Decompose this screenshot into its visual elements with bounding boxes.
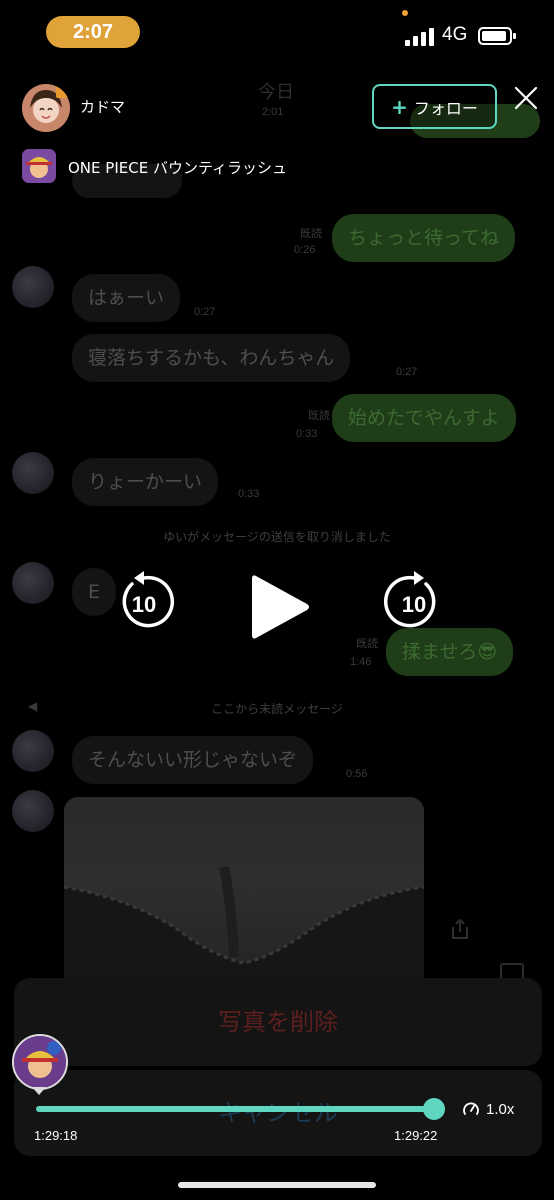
privacy-indicator-dot xyxy=(402,10,408,16)
progress-fill xyxy=(36,1106,434,1112)
rewind-seconds: 10 xyxy=(132,592,156,617)
speed-label: 1.0x xyxy=(486,1100,515,1118)
forward-seconds: 10 xyxy=(402,592,426,617)
stream-header: カドマ + フォロー ONE PIECE バウンティラッシュ xyxy=(0,70,554,200)
photo-content xyxy=(64,867,424,987)
sender-avatar xyxy=(12,452,54,494)
current-time: 1:29:18 xyxy=(34,1128,78,1143)
message-read: 既読 xyxy=(300,228,322,240)
message-read: 既読 xyxy=(308,410,330,422)
message-bubble: はぁーい xyxy=(72,274,181,322)
creator-name[interactable]: カドマ xyxy=(80,96,125,117)
forward-10-button[interactable]: 10 xyxy=(382,570,446,634)
message-bubble: りょーかーい xyxy=(72,458,219,506)
sender-avatar xyxy=(12,266,54,308)
plus-icon: + xyxy=(391,94,408,119)
progress-track[interactable] xyxy=(36,1106,434,1112)
close-icon[interactable] xyxy=(512,84,540,112)
signal-icon xyxy=(405,26,435,46)
message-time: 0:27 xyxy=(194,306,216,318)
message-time: 0:27 xyxy=(396,366,418,378)
speed-button[interactable]: 1.0x xyxy=(462,1100,514,1118)
unsent-notice: ゆいがメッセージの送信を取り消しました xyxy=(163,530,391,544)
rewind-10-button[interactable]: 10 xyxy=(112,570,176,634)
message-time: 0:26 xyxy=(294,244,316,256)
network-type: 4G xyxy=(442,24,468,45)
avatar-pointer xyxy=(32,1087,46,1095)
speedometer-icon xyxy=(463,1102,479,1115)
message-time: 0:33 xyxy=(296,428,318,440)
game-icon[interactable] xyxy=(22,149,56,183)
game-name[interactable]: ONE PIECE バウンティラッシュ xyxy=(68,157,287,178)
message-bubble: そんないい形じゃないぞ xyxy=(72,736,314,784)
message-time: 0:56 xyxy=(346,768,368,780)
end-time: 1:29:22 xyxy=(394,1128,438,1143)
follow-button[interactable]: + フォロー xyxy=(372,84,497,129)
progress-thumb[interactable] xyxy=(423,1098,445,1120)
share-icon xyxy=(452,918,468,939)
battery-icon xyxy=(478,27,516,45)
message-bubble: ちょっと待ってね xyxy=(332,214,516,262)
delete-photo-option: 写真を削除 xyxy=(14,978,542,1066)
play-button[interactable] xyxy=(250,572,312,642)
sender-avatar xyxy=(12,790,54,832)
streamer-mini-avatar[interactable] xyxy=(12,1034,68,1090)
message-bubble: 始めたでやんすよ xyxy=(332,394,516,442)
status-bar: 2:07 4G xyxy=(0,0,554,70)
photo-message xyxy=(64,797,424,987)
message-time: 0:33 xyxy=(238,488,260,500)
status-time[interactable]: 2:07 xyxy=(46,16,140,48)
unread-divider: ここから未読メッセージ xyxy=(211,702,343,716)
message-bubble: 寝落ちするかも、わんちゃん xyxy=(72,334,351,382)
playback-controls: 10 10 xyxy=(0,570,554,660)
follow-label: フォロー xyxy=(413,98,478,118)
sender-avatar xyxy=(12,730,54,772)
creator-avatar[interactable] xyxy=(22,84,70,132)
home-indicator[interactable] xyxy=(178,1182,376,1188)
